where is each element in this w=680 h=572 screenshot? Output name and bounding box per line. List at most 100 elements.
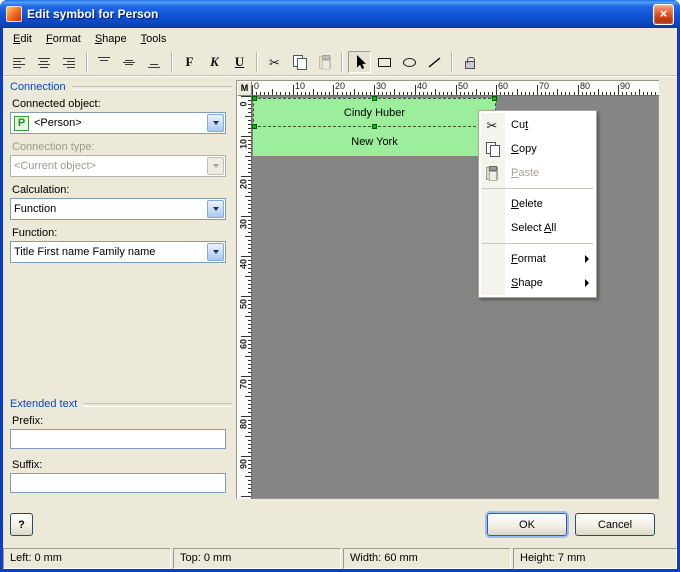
ruler-tick (590, 92, 591, 95)
line-tool-button[interactable] (423, 51, 446, 73)
dropdown-arrow-icon[interactable] (207, 114, 224, 132)
copy-button[interactable] (288, 51, 311, 73)
ruler-tick (245, 476, 251, 477)
selection-handle[interactable] (252, 96, 257, 101)
symbol-text-field-selected[interactable]: Cindy Huber (253, 98, 496, 127)
ruler-tick (517, 89, 518, 95)
context-menu-item-format[interactable]: Format (479, 247, 596, 271)
paste-button (313, 51, 336, 73)
ruler-tick (248, 480, 251, 481)
title-bar[interactable]: Edit symbol for Person × (0, 0, 680, 28)
calculation-select[interactable]: Function (10, 198, 226, 220)
function-label: Function: (12, 227, 57, 239)
lock-icon (465, 61, 475, 69)
selection-handle[interactable] (372, 96, 377, 101)
ruler-tick (354, 89, 355, 95)
ruler-tick (582, 92, 583, 95)
close-button[interactable]: × (653, 4, 674, 25)
bold-button[interactable]: F (178, 51, 201, 73)
v-ruler: 0102030405060708090 (237, 96, 252, 499)
valign-bottom-button[interactable] (143, 51, 166, 73)
context-menu-item-delete[interactable]: Delete (479, 192, 596, 216)
ruler-tick (248, 248, 251, 249)
lock-button[interactable] (458, 51, 481, 73)
context-menu-item-copy[interactable]: Copy (479, 137, 596, 161)
align-left-button[interactable] (8, 51, 31, 73)
dialog-body: Edit Format Shape Tools (3, 28, 677, 569)
ruler-tick (245, 436, 251, 437)
prefix-input[interactable] (10, 429, 226, 449)
toolbar-separator (171, 52, 173, 72)
align-right-button[interactable] (58, 51, 81, 73)
valign-middle-button[interactable] (118, 51, 141, 73)
dropdown-arrow-icon[interactable] (207, 243, 224, 261)
selection-handle[interactable] (372, 124, 377, 129)
toolbar-separator (341, 52, 343, 72)
ruler-tick (647, 92, 648, 95)
ruler-tick (252, 85, 253, 95)
selection-handle[interactable] (252, 124, 257, 129)
ellipse-tool-button[interactable] (398, 51, 421, 73)
symbol-text-field[interactable]: New York (253, 127, 496, 156)
ruler-tick (248, 160, 251, 161)
ruler-tick (553, 92, 554, 95)
ruler-tick (248, 288, 251, 289)
ruler-number: 40 (239, 257, 249, 272)
dropdown-arrow-icon[interactable] (207, 200, 224, 218)
ruler-tick (586, 92, 587, 95)
ruler-tick (321, 92, 322, 95)
ruler-tick (545, 92, 546, 95)
suffix-input[interactable] (10, 473, 226, 493)
cancel-button[interactable]: Cancel (575, 513, 655, 536)
status-height: Height: 7 mm (513, 548, 677, 569)
ruler-tick (382, 92, 383, 95)
ok-button[interactable]: OK (487, 513, 567, 536)
ruler-tick (610, 92, 611, 95)
valign-top-button[interactable] (93, 51, 116, 73)
context-menu-item-select-all[interactable]: Select All (479, 216, 596, 240)
ruler-number: 60 (239, 337, 249, 352)
connected-object-select[interactable]: P <Person> (10, 112, 226, 134)
symbol-block[interactable]: Cindy Huber New York (253, 98, 496, 156)
ruler-tick (297, 92, 298, 95)
cut-button[interactable]: ✂ (263, 51, 286, 73)
ruler-tick (248, 324, 251, 325)
drawing-area[interactable]: Cindy Huber New York (252, 96, 658, 498)
pointer-tool-button[interactable] (348, 51, 371, 73)
calculation-value: Function (14, 203, 56, 215)
ruler-tick (248, 280, 251, 281)
ruler-number: 30 (376, 81, 386, 91)
context-menu-item-shape[interactable]: Shape (479, 271, 596, 295)
menu-tools[interactable]: Tools (134, 30, 174, 48)
menu-shape[interactable]: Shape (88, 30, 134, 48)
ruler-tick (578, 85, 579, 95)
italic-button[interactable]: K (203, 51, 226, 73)
rectangle-tool-button[interactable] (373, 51, 396, 73)
ruler-number: 70 (539, 81, 549, 91)
menu-edit[interactable]: Edit (6, 30, 39, 48)
ruler-tick (248, 132, 251, 133)
ruler-tick (248, 208, 251, 209)
calculation-label: Calculation: (12, 184, 69, 196)
ruler-unit-button[interactable]: M (237, 81, 252, 96)
menu-format[interactable]: Format (39, 30, 88, 48)
align-center-button[interactable] (33, 51, 56, 73)
help-button[interactable]: ? (10, 513, 33, 536)
ruler-tick (626, 92, 627, 95)
copy-icon (293, 55, 306, 69)
selection-handle[interactable] (492, 96, 497, 101)
status-width: Width: 60 mm (343, 548, 511, 569)
connected-object-value: <Person> (34, 117, 82, 129)
function-select[interactable]: Title First name Family name (10, 241, 226, 263)
ruler-tick (289, 92, 290, 95)
context-menu-item-cut[interactable]: ✂ Cut (479, 113, 596, 137)
ruler-tick (245, 236, 251, 237)
ruler-tick (245, 276, 251, 277)
underline-button[interactable]: U (228, 51, 251, 73)
ruler-tick (245, 116, 251, 117)
ruler-tick (248, 312, 251, 313)
ruler-tick (248, 284, 251, 285)
ruler-tick (631, 92, 632, 95)
ruler-tick (529, 92, 530, 95)
bold-icon: F (186, 54, 194, 70)
